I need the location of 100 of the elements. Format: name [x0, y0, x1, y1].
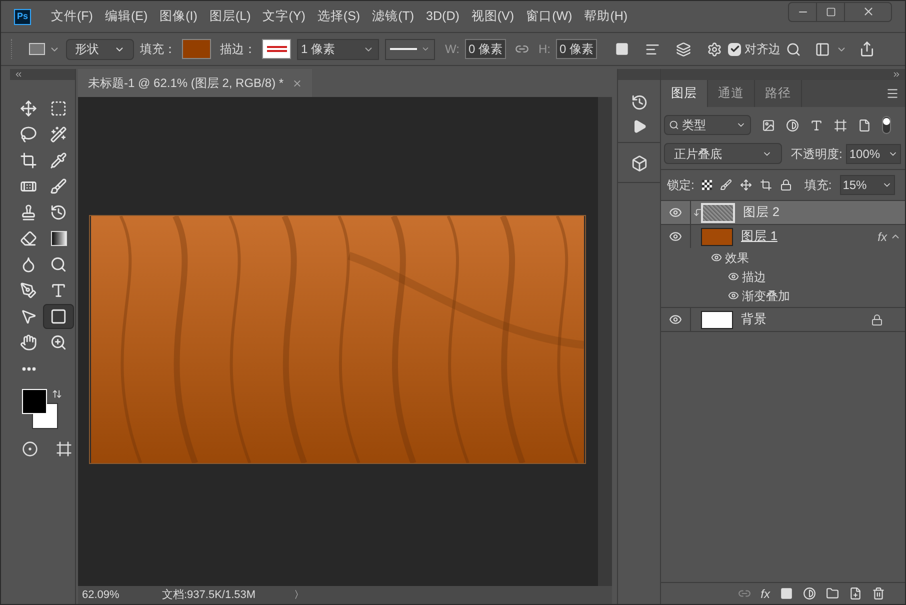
menu-item[interactable]: 窗口(W) — [526, 7, 572, 26]
align-edges-label: 对齐边 — [744, 41, 780, 58]
menu-item[interactable]: 3D(D) — [426, 7, 460, 26]
dodge-icon — [50, 256, 67, 273]
visibility-icon[interactable] — [669, 313, 682, 326]
menu-item[interactable]: 帮助(H) — [584, 7, 628, 26]
panel-menu-icon[interactable] — [886, 87, 899, 100]
delete-icon[interactable] — [872, 587, 885, 600]
stroke-swatch[interactable] — [262, 39, 291, 59]
3d-icon[interactable] — [630, 155, 648, 172]
stroke-style-dropdown[interactable] — [385, 38, 435, 60]
document-size: 文档:937.5K/1.53M — [162, 588, 257, 603]
effect-name[interactable]: 渐变叠加 — [742, 286, 790, 304]
menu-item[interactable]: 视图(V) — [471, 7, 514, 26]
visibility-icon[interactable] — [728, 290, 739, 301]
lock-transparency-icon[interactable] — [702, 180, 712, 190]
path-alignment-icon[interactable] — [645, 42, 660, 56]
opacity-field[interactable]: 100% — [846, 144, 902, 164]
swap-colors-icon[interactable] — [52, 389, 62, 399]
more-icon — [22, 366, 36, 370]
toggle-knob — [883, 118, 890, 125]
maximize-icon — [826, 6, 836, 16]
adjustment-filter-icon[interactable] — [786, 118, 799, 132]
stroke-width-field[interactable]: 1 像素 — [297, 38, 379, 60]
document-tab[interactable]: 未标题-1 @ 62.1% (图层 2, RGB/8) * — [78, 69, 312, 97]
menu-item[interactable]: 文字(Y) — [262, 7, 306, 26]
visibility-icon[interactable] — [669, 206, 682, 219]
stamp-icon — [20, 204, 37, 221]
height-label: H: — [538, 41, 550, 58]
layer-name[interactable]: 背景 — [741, 310, 767, 329]
menu-item[interactable]: 图层(L) — [209, 7, 251, 26]
path-select-icon — [20, 308, 37, 325]
adjustment-layer-icon[interactable] — [803, 587, 816, 600]
lock-position-icon[interactable] — [740, 179, 752, 191]
collapse-icon[interactable] — [14, 70, 23, 79]
visibility-icon[interactable] — [669, 230, 682, 243]
collapse-icon[interactable] — [892, 70, 901, 79]
type-filter-icon[interactable] — [810, 118, 823, 132]
search-icon[interactable] — [786, 42, 802, 56]
align-edges-checkbox[interactable] — [728, 42, 742, 56]
screen-mode-icon[interactable] — [56, 441, 72, 457]
menu-item[interactable]: 文件(F) — [51, 7, 93, 26]
menu-item[interactable]: 滤镜(T) — [372, 7, 414, 26]
share-icon[interactable] — [859, 41, 876, 57]
menu-item[interactable]: 选择(S) — [317, 7, 360, 26]
filter-toggle[interactable] — [882, 116, 891, 134]
close-icon — [862, 5, 874, 18]
history-brush-icon — [50, 204, 67, 221]
scrollbar[interactable] — [598, 97, 612, 586]
lock-all-icon[interactable] — [780, 179, 792, 191]
width-field[interactable]: 0 像素 — [465, 39, 506, 59]
fill-swatch[interactable] — [182, 39, 211, 59]
rectangle-tool[interactable] — [43, 304, 74, 329]
mode-dropdown[interactable]: 形状 — [66, 38, 134, 60]
menu-item[interactable]: 编辑(E) — [104, 7, 148, 26]
type-icon — [50, 282, 67, 299]
path-operations-icon[interactable] — [615, 42, 630, 56]
layer-name[interactable]: 图层 2 — [743, 203, 780, 222]
effect-name[interactable]: 描边 — [742, 268, 766, 286]
lock-label: 锁定: — [667, 177, 694, 194]
filter-dropdown[interactable]: 类型 — [664, 115, 751, 135]
app-logo: Ps — [14, 8, 31, 24]
quick-mask-icon[interactable] — [22, 441, 38, 457]
workspace-icon[interactable] — [815, 42, 830, 56]
settings-icon[interactable] — [707, 42, 722, 56]
crop-icon — [20, 152, 37, 169]
panel-tab[interactable]: 图层 — [661, 80, 708, 107]
marquee-icon — [50, 100, 67, 117]
path-arrangement-icon[interactable] — [676, 42, 692, 56]
smart-object-filter-icon[interactable] — [858, 118, 871, 132]
menu-item[interactable]: 图像(I) — [160, 7, 198, 26]
new-layer-icon[interactable] — [849, 587, 862, 600]
add-mask-icon[interactable] — [780, 587, 793, 600]
actions-icon[interactable] — [632, 119, 646, 134]
add-style-button[interactable]: fx — [760, 584, 770, 602]
blur-icon — [20, 256, 37, 273]
fill-label: 填充： — [140, 41, 176, 58]
layer-name[interactable]: 图层 1 — [741, 227, 778, 246]
new-group-icon[interactable] — [826, 587, 839, 600]
effects-badge[interactable]: fx — [878, 228, 887, 246]
history-icon[interactable] — [630, 94, 648, 111]
status-menu-button[interactable]: 〉 — [294, 588, 304, 602]
effects-label: 效果 — [725, 250, 749, 266]
color-swatches-drawing[interactable] — [22, 389, 58, 429]
tool-preset-button[interactable] — [29, 43, 60, 55]
fill-field[interactable]: 15% — [840, 175, 895, 195]
blend-mode-dropdown[interactable]: 正片叠底 — [664, 143, 782, 164]
lock-artboard-icon[interactable] — [760, 179, 772, 191]
lock-pixels-icon[interactable] — [720, 179, 732, 191]
lasso-icon — [20, 126, 37, 143]
shape-filter-icon[interactable] — [834, 118, 847, 132]
close-icon[interactable] — [292, 78, 302, 88]
panel-tab[interactable]: 通道 — [708, 80, 755, 107]
visibility-icon[interactable] — [711, 252, 722, 263]
eraser-icon — [20, 230, 37, 247]
panel-tab[interactable]: 路径 — [755, 80, 802, 107]
layer-row[interactable]: 图层 2 — [661, 201, 905, 224]
visibility-icon[interactable] — [728, 271, 739, 282]
pixel-filter-icon[interactable] — [762, 118, 775, 132]
height-field[interactable]: 0 像素 — [556, 39, 598, 59]
